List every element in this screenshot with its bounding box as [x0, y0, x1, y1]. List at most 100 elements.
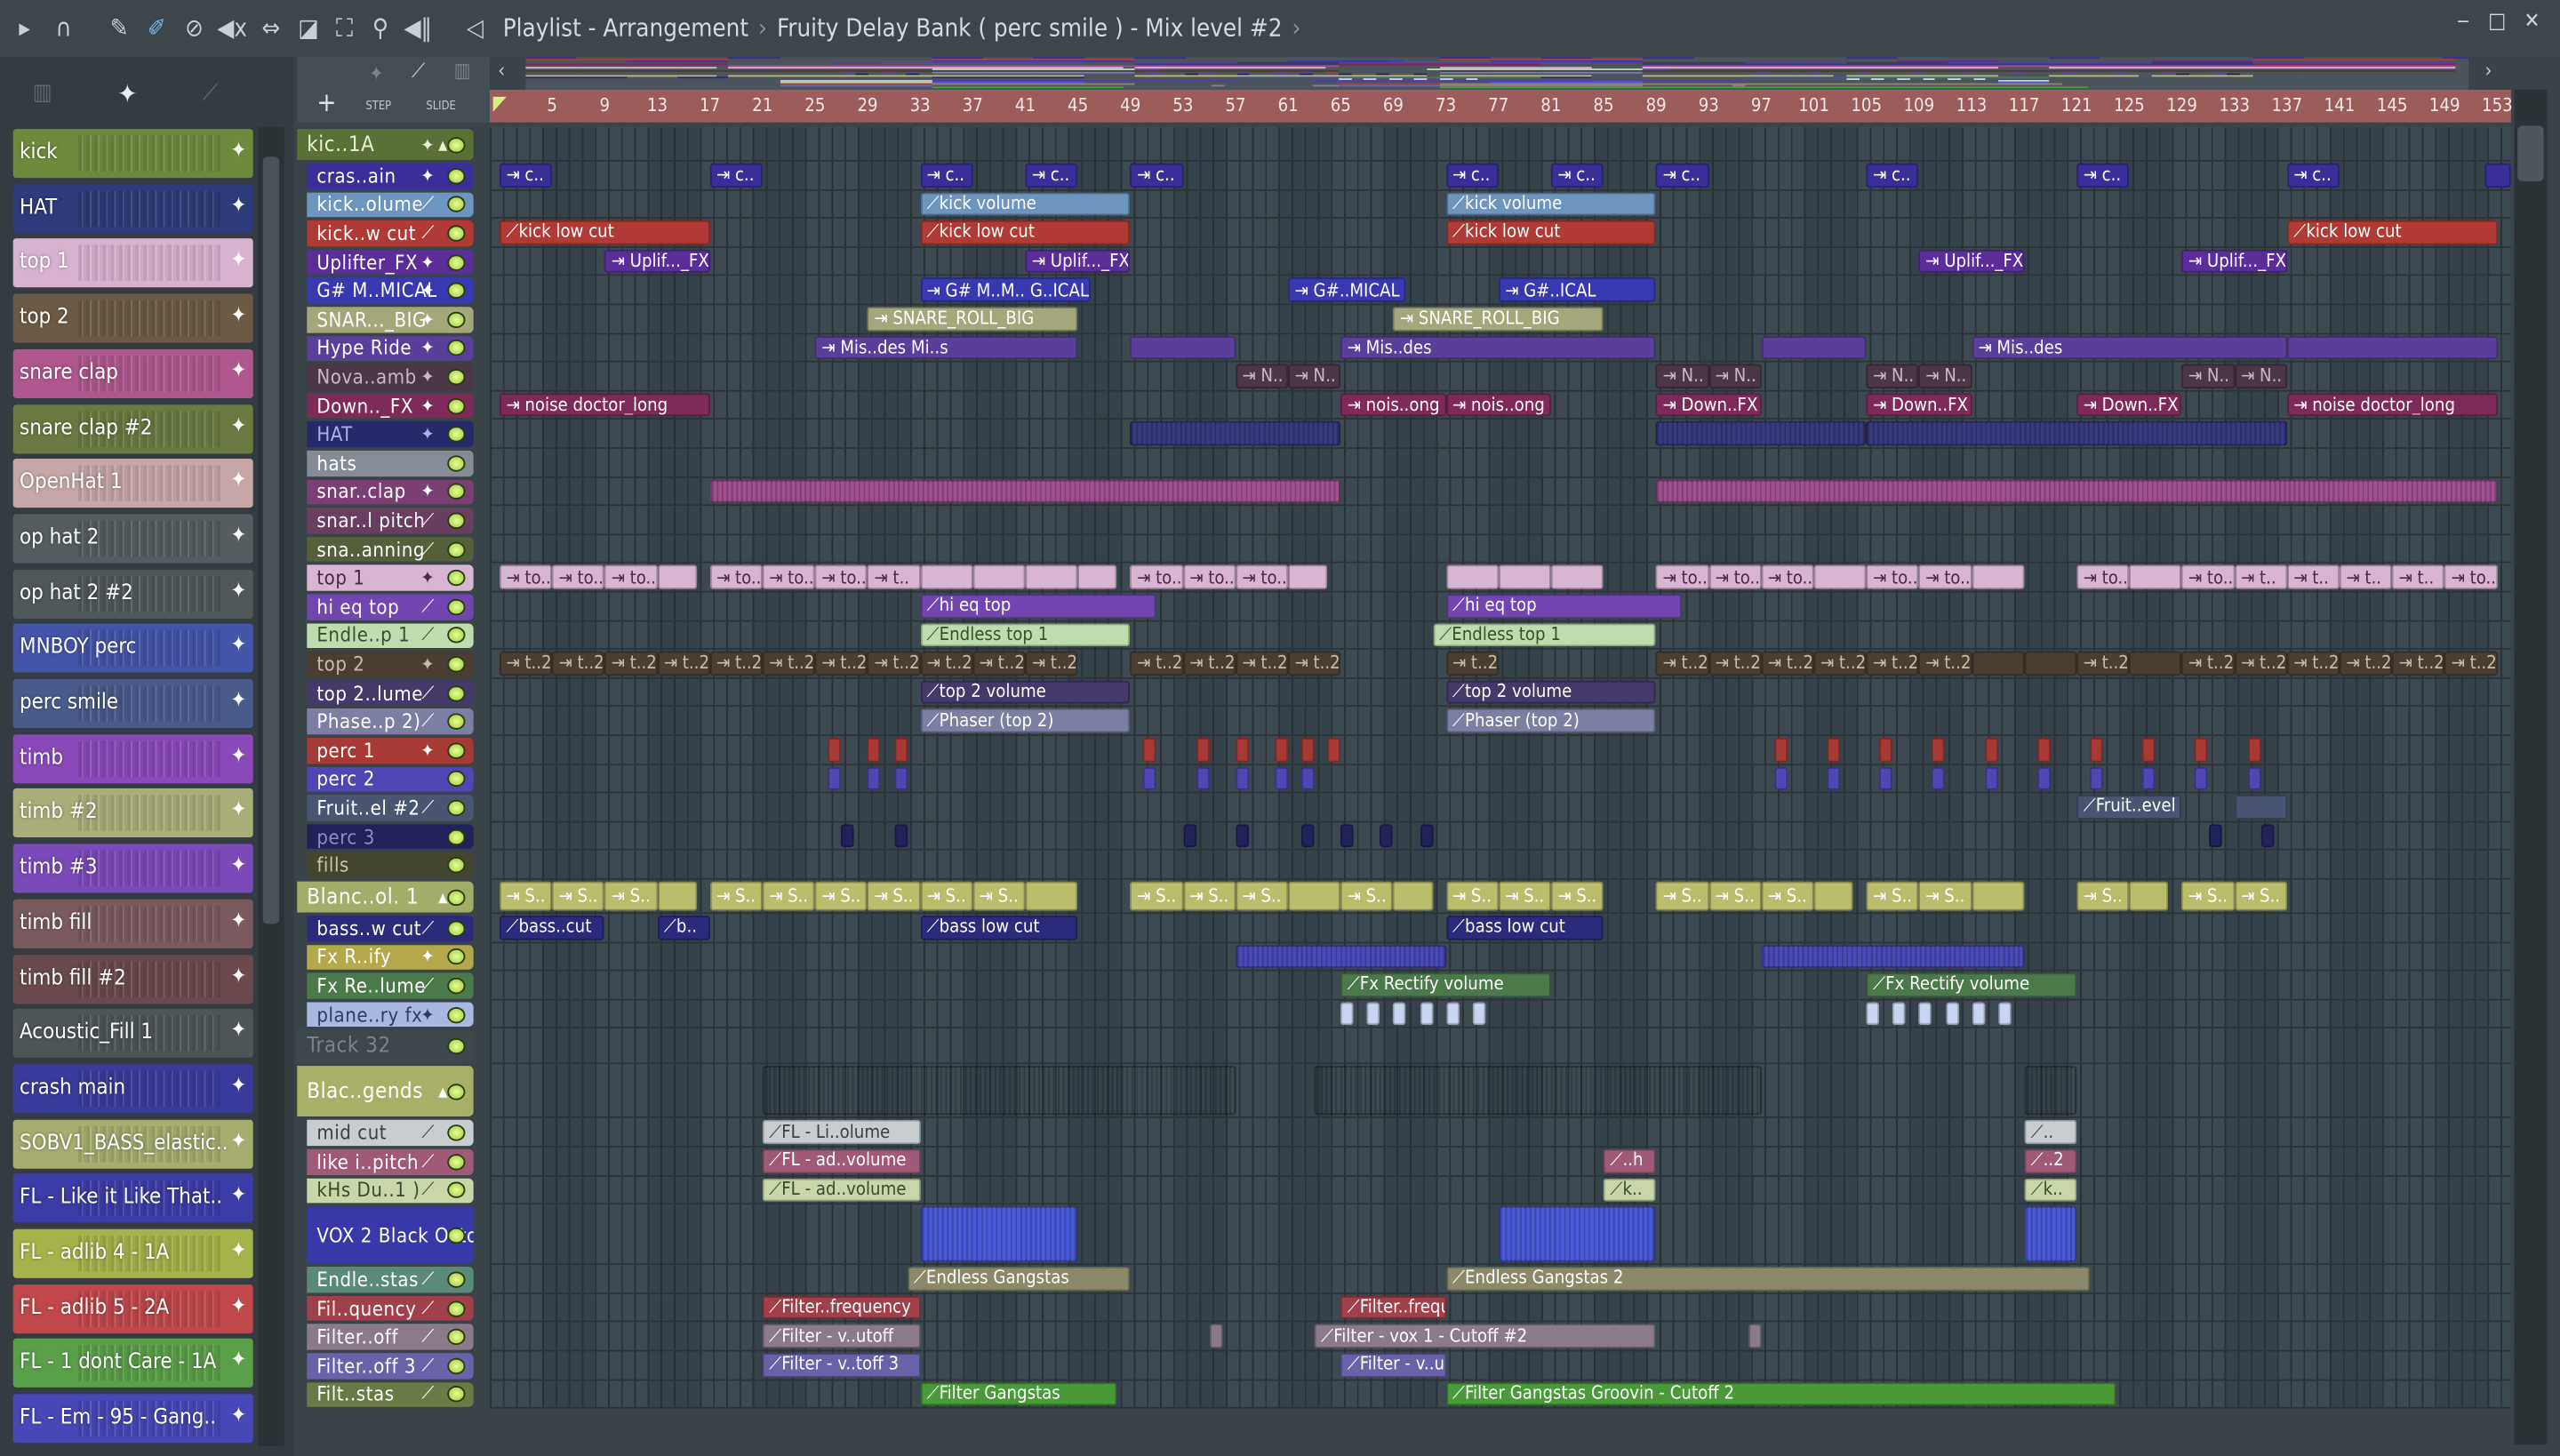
automation-clip[interactable]: ⟋..2	[2024, 1148, 2077, 1173]
audio-clip[interactable]	[2024, 652, 2077, 676]
audio-clip[interactable]: ⇥ N..	[2181, 364, 2235, 388]
track-lane[interactable]: ⇥ t..2 ⇥ t..2 ⇥ t..2 ⇥ t..2 ⇥ t..2 ⇥ t..2 ⇥ t.…	[490, 650, 2511, 679]
audio-clip[interactable]: ⇥ t..2	[2339, 652, 2393, 676]
track-mute-led[interactable]	[447, 540, 466, 558]
channel-button[interactable]: FL - 1 dont Care - 1A ✦	[12, 1339, 253, 1388]
audio-clip[interactable]	[709, 479, 1341, 503]
automation-clip[interactable]: ⟋bass low cut	[920, 916, 1078, 940]
zoom-icon[interactable]: ⚲	[365, 13, 395, 43]
audio-clip[interactable]	[1971, 1002, 1985, 1026]
audio-clip[interactable]	[1300, 766, 1315, 791]
maximize-button[interactable]: □	[2488, 10, 2506, 35]
audio-clip[interactable]	[1774, 766, 1788, 791]
track-header[interactable]: VOX 2 Black Octo..	[307, 1206, 474, 1264]
audio-clip[interactable]: ⇥ G#..ICAL	[1498, 277, 1657, 302]
audio-clip[interactable]	[868, 766, 881, 791]
track-lane[interactable]: ⟋FL - ad..volume ⟋k.. ⟋k..	[490, 1176, 2511, 1205]
track-lane[interactable]: ⇥ Uplif..._FX ⇥ Uplif..._FX ⇥ Uplif..._FX ⇥…	[490, 247, 2511, 277]
track-lane[interactable]	[490, 942, 2511, 972]
audio-clip[interactable]	[2260, 823, 2275, 848]
audio-clip[interactable]: ⇥ S..	[2181, 881, 2235, 911]
audio-clip[interactable]: ⇥ t..2	[709, 652, 763, 676]
audio-clip[interactable]: ⇥ S..	[814, 881, 868, 911]
automation-clip[interactable]: ⟋Filter - v..utoff 3	[1340, 1353, 1446, 1378]
audio-clip[interactable]: ⇥ t..	[2392, 565, 2445, 589]
automation-clip[interactable]: ⟋kick low cut	[1445, 220, 1657, 245]
track-header[interactable]: kic..1A ✦ ▲	[297, 129, 474, 160]
automation-clip[interactable]: ⟋kick low cut	[500, 220, 710, 245]
channel-button[interactable]: FL - Em - 95 - Gang.. ✦	[12, 1394, 253, 1444]
track-header[interactable]: fills	[307, 852, 474, 878]
audio-clip[interactable]	[1866, 421, 2287, 446]
audio-clip[interactable]	[2142, 738, 2156, 762]
audio-clip[interactable]: ⇥ t..	[868, 565, 921, 589]
audio-clip[interactable]	[1340, 1002, 1355, 1026]
audio-clip[interactable]: ⇥ S..	[1761, 881, 1814, 911]
automation-clip[interactable]: ⟋..h	[1603, 1148, 1657, 1173]
audio-clip[interactable]	[1971, 652, 2025, 676]
track-header[interactable]: Fx Re..lume ⟋	[307, 972, 474, 999]
audio-clip[interactable]: ⇥ t..2	[657, 652, 710, 676]
audio-clip[interactable]: ⇥ to..	[500, 565, 553, 589]
track-header[interactable]: Hype Ride ✦	[307, 335, 474, 362]
track-mute-led[interactable]	[447, 283, 466, 300]
audio-clip[interactable]: ⇥ t..2	[1918, 652, 1972, 676]
audio-clip[interactable]: ⇥ t..2	[972, 652, 1026, 676]
audio-clip[interactable]: ⇥ c..	[2286, 163, 2340, 188]
minimize-button[interactable]: ‒	[2457, 10, 2469, 35]
automation-clip[interactable]: ⟋hi eq top	[920, 594, 1157, 619]
track-mute-led[interactable]	[447, 1006, 466, 1023]
track-mute-led[interactable]	[447, 920, 466, 937]
audio-clip[interactable]	[1761, 944, 2025, 969]
audio-clip[interactable]	[2195, 738, 2209, 762]
audio-clip[interactable]: ⇥ N..	[1288, 364, 1341, 388]
track-lane[interactable]: ⇥ Mis..des Mi..s ⇥ Mis..des ⇥ Mis..des	[490, 333, 2511, 364]
audio-clip[interactable]: ⇥ Mis..des Mi..s	[814, 335, 1078, 360]
track-header[interactable]: kick..w cut ⟋	[307, 220, 474, 246]
track-mute-led[interactable]	[447, 799, 466, 817]
audio-clip[interactable]: ⇥ SNARE_ROLL_BIG	[868, 307, 1078, 332]
audio-clip[interactable]: ⇥ t..2	[920, 652, 973, 676]
automation-clip[interactable]: ⟋Filter - v..utoff	[762, 1324, 921, 1348]
automation-clip[interactable]: ⟋bass low cut	[1445, 916, 1604, 940]
audio-clip[interactable]: ⇥ nois..ong	[1445, 393, 1551, 417]
track-mute-led[interactable]	[447, 656, 466, 673]
audio-clip[interactable]: ⇥ t..2	[2181, 652, 2235, 676]
automation-clip[interactable]: ⟋top 2 volume	[920, 680, 1131, 705]
audio-clip[interactable]: ⇥ t..2	[2392, 652, 2445, 676]
track-header[interactable]: Track 32	[297, 1030, 474, 1064]
audio-clip[interactable]: ⇥ Mis..des	[1340, 335, 1657, 360]
track-header[interactable]: hi eq top ⟋	[307, 594, 474, 620]
audio-clip[interactable]	[1130, 335, 1236, 360]
audio-clip[interactable]: ⇥ t..2	[604, 652, 658, 676]
channel-scrollbar[interactable]	[258, 127, 284, 1446]
channel-button[interactable]: timb fill ✦	[12, 899, 253, 948]
audio-clip[interactable]: ⇥ to..	[1182, 565, 1236, 589]
track-header[interactable]: Fx R..ify ✦	[307, 944, 474, 971]
track-mute-led[interactable]	[447, 598, 466, 615]
audio-clip[interactable]	[1196, 766, 1210, 791]
track-header[interactable]: Fil..quency ⟋	[307, 1295, 474, 1322]
track-header[interactable]: like i..pitch ⟋	[307, 1148, 474, 1175]
audio-clip[interactable]: ⇥ t..2	[2444, 652, 2498, 676]
audio-clip[interactable]: ⇥ noise doctor_long	[500, 393, 710, 417]
automation-clip[interactable]: ⟋Fruit..evel	[2076, 795, 2182, 820]
automation-clip[interactable]: ⟋Filter - vox 1 - Cutoff #2	[1314, 1324, 1657, 1348]
audio-clip[interactable]	[1774, 738, 1788, 762]
audio-clip[interactable]	[1866, 1002, 1880, 1026]
audio-clip[interactable]	[1932, 738, 1946, 762]
track-mute-led[interactable]	[447, 1386, 466, 1404]
track-mute-led[interactable]	[447, 426, 466, 443]
audio-clip[interactable]	[2286, 335, 2498, 360]
channel-button[interactable]: HAT ✦	[12, 183, 253, 234]
audio-clip[interactable]	[1143, 738, 1157, 762]
audio-clip[interactable]	[1288, 565, 1328, 589]
audio-clip[interactable]: ⇥ t..2	[1813, 652, 1867, 676]
audio-clip[interactable]	[1077, 565, 1117, 589]
audio-clip[interactable]: ⇥ t..2	[762, 652, 815, 676]
track-mute-led[interactable]	[447, 311, 466, 328]
audio-clip[interactable]: ⇥ S..	[1182, 881, 1236, 911]
audio-clip[interactable]: ⇥ to..	[814, 565, 868, 589]
track-mute-led[interactable]	[447, 1271, 466, 1288]
slice-icon[interactable]: ◪	[294, 13, 324, 43]
